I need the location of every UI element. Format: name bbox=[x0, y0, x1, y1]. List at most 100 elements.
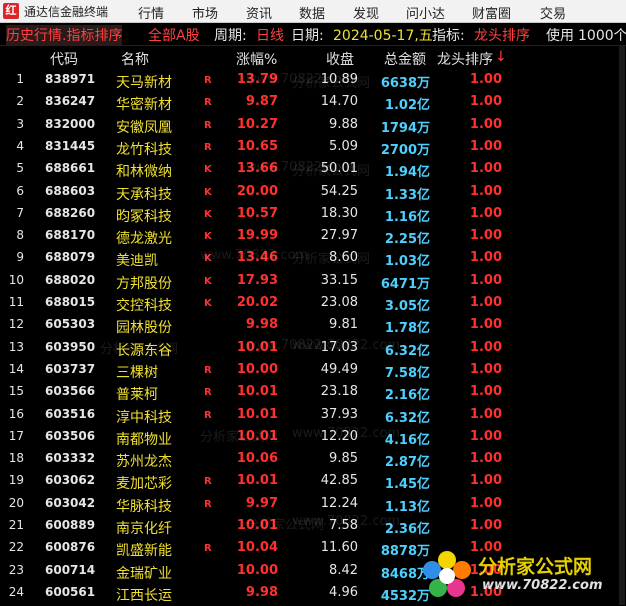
stock-code: 600714 bbox=[45, 562, 96, 577]
table-row[interactable]: 9 688079 美迪凯 K 13.46 8.60 1.03亿 1.00 bbox=[0, 247, 626, 270]
stock-code: 603042 bbox=[45, 495, 96, 510]
row-index: 10 bbox=[8, 272, 24, 287]
col-code[interactable]: 代码 bbox=[50, 49, 78, 69]
table-row[interactable]: 8 688170 德龙激光 K 19.99 27.97 2.25亿 1.00 bbox=[0, 225, 626, 248]
total-amount: 1.33亿 bbox=[384, 187, 430, 203]
table-row[interactable]: 12 605303 园林股份 9.98 9.81 1.78亿 1.00 bbox=[0, 314, 626, 337]
table-row[interactable]: 16 603516 淳中科技 R 10.01 37.93 6.32亿 1.00 bbox=[0, 404, 626, 427]
col-rank[interactable]: 龙头排序 bbox=[437, 49, 493, 69]
info-scope[interactable]: 全部A股 bbox=[148, 25, 200, 45]
total-amount: 1.78亿 bbox=[384, 321, 430, 337]
close-price: 23.08 bbox=[320, 295, 358, 310]
table-row[interactable]: 2 836247 华密新材 R 9.87 14.70 1.02亿 1.00 bbox=[0, 91, 626, 114]
close-price: 9.85 bbox=[329, 451, 358, 467]
table-row[interactable]: 21 600889 南京化纤 10.01 7.58 2.36亿 1.00 bbox=[0, 515, 626, 538]
table-row[interactable]: 13 603950 长源东谷 10.01 17.03 6.32亿 1.00 bbox=[0, 337, 626, 360]
stock-name: 和林微纳 bbox=[116, 164, 172, 181]
total-amount: 1.16亿 bbox=[384, 209, 430, 225]
stock-code: 600561 bbox=[45, 584, 96, 599]
stock-flag: R bbox=[204, 97, 212, 109]
leader-rank: 1.00 bbox=[469, 518, 502, 533]
total-amount: 6471万 bbox=[380, 276, 430, 292]
stock-code: 688020 bbox=[45, 272, 96, 287]
row-index: 21 bbox=[8, 518, 24, 532]
close-price: 9.81 bbox=[329, 317, 358, 333]
col-name[interactable]: 名称 bbox=[121, 49, 149, 69]
logo-url: www.70822.com bbox=[482, 578, 603, 593]
close-price: 10.89 bbox=[320, 72, 358, 87]
info-usage-label: 使用 bbox=[546, 28, 574, 44]
table-row[interactable]: 18 603332 苏州龙杰 10.06 9.85 2.87亿 1.00 bbox=[0, 448, 626, 471]
site-logo: 分析家公式网 www.70822.com bbox=[420, 548, 620, 602]
stock-flag: K bbox=[204, 208, 212, 220]
leader-rank: 1.00 bbox=[469, 138, 502, 154]
leader-rank: 1.00 bbox=[469, 451, 502, 467]
stock-name: 昀冢科技 bbox=[116, 208, 172, 225]
change-pct: 10.04 bbox=[236, 540, 278, 556]
info-indicator-value[interactable]: 龙头排序 bbox=[474, 25, 530, 45]
menu-market[interactable]: 市场 bbox=[192, 3, 218, 22]
vertical-scrollbar[interactable] bbox=[619, 46, 625, 605]
table-row[interactable]: 4 831445 龙竹科技 R 10.65 5.09 2700万 1.00 bbox=[0, 136, 626, 159]
close-price: 50.01 bbox=[320, 161, 358, 177]
close-price: 18.30 bbox=[320, 205, 358, 221]
leader-rank: 1.00 bbox=[469, 428, 502, 444]
app-logo-icon: 红 bbox=[3, 3, 19, 19]
total-amount: 1794万 bbox=[380, 120, 430, 136]
change-pct: 9.98 bbox=[245, 584, 278, 600]
table-row[interactable]: 19 603062 麦加芯彩 R 10.01 42.85 1.45亿 1.00 bbox=[0, 470, 626, 493]
info-period-label: 周期: bbox=[214, 28, 247, 44]
row-index: 11 bbox=[8, 295, 24, 309]
row-index: 12 bbox=[8, 317, 24, 332]
stock-flag: R bbox=[204, 119, 212, 131]
stock-name: 华密新材 bbox=[116, 97, 172, 114]
menu-trade[interactable]: 交易 bbox=[540, 3, 566, 22]
table-row[interactable]: 5 688661 和林微纳 K 13.66 50.01 1.94亿 1.00 bbox=[0, 158, 626, 181]
table-row[interactable]: 11 688015 交控科技 K 20.02 23.08 3.05亿 1.00 bbox=[0, 292, 626, 315]
table-row[interactable]: 7 688260 昀冢科技 K 10.57 18.30 1.16亿 1.00 bbox=[0, 203, 626, 226]
stock-code: 688661 bbox=[45, 161, 96, 176]
stock-flag: R bbox=[204, 364, 212, 376]
table-row[interactable]: 14 603737 三棵树 R 10.00 49.49 7.58亿 1.00 bbox=[0, 359, 626, 382]
stock-code: 836247 bbox=[45, 94, 96, 109]
total-amount: 3.05亿 bbox=[384, 299, 430, 314]
stock-name: 天承科技 bbox=[116, 186, 172, 203]
row-index: 24 bbox=[8, 584, 24, 599]
menu-data[interactable]: 数据 bbox=[299, 3, 325, 22]
menu-discover[interactable]: 发现 bbox=[353, 3, 379, 22]
stock-name: 金瑞矿业 bbox=[116, 565, 172, 582]
col-pct[interactable]: 涨幅% bbox=[236, 49, 277, 69]
menu-news[interactable]: 资讯 bbox=[246, 3, 272, 22]
menu-wealth-circle[interactable]: 财富圈 bbox=[472, 3, 511, 22]
table-row[interactable]: 1 838971 天马新材 R 13.79 10.89 6638万 1.00 bbox=[0, 69, 626, 92]
total-amount: 6638万 bbox=[380, 76, 430, 91]
close-price: 7.58 bbox=[329, 518, 358, 533]
leader-rank: 1.00 bbox=[469, 272, 502, 288]
table-row[interactable]: 17 603506 南都物业 10.01 12.20 4.16亿 1.00 bbox=[0, 426, 626, 449]
close-price: 11.60 bbox=[320, 540, 358, 556]
table-row[interactable]: 20 603042 华脉科技 R 9.97 12.24 1.13亿 1.00 bbox=[0, 493, 626, 516]
row-index: 17 bbox=[8, 428, 24, 443]
table-row[interactable]: 10 688020 方邦股份 K 17.93 33.15 6471万 1.00 bbox=[0, 270, 626, 293]
total-amount: 1.02亿 bbox=[384, 98, 430, 114]
menu-quotes[interactable]: 行情 bbox=[138, 3, 164, 22]
stock-code: 688015 bbox=[45, 295, 96, 309]
total-amount: 4.16亿 bbox=[384, 432, 430, 448]
info-period-value[interactable]: 日线 bbox=[256, 25, 284, 45]
col-amount[interactable]: 总金额 bbox=[384, 49, 426, 69]
change-pct: 10.00 bbox=[236, 361, 278, 377]
close-price: 12.24 bbox=[320, 495, 358, 511]
stock-code: 688603 bbox=[45, 183, 96, 198]
stock-flag: K bbox=[204, 231, 212, 243]
change-pct: 20.02 bbox=[236, 295, 278, 310]
close-price: 23.18 bbox=[320, 384, 358, 400]
menu-assistant[interactable]: 问小达 bbox=[406, 3, 445, 22]
col-close[interactable]: 收盘 bbox=[326, 49, 354, 69]
flower-logo-icon bbox=[423, 551, 471, 597]
sort-desc-icon: ↓ bbox=[495, 49, 507, 65]
info-date-value[interactable]: 2024-05-17,五 bbox=[333, 25, 433, 45]
table-row[interactable]: 3 832000 安徽凤凰 R 10.27 9.88 1794万 1.00 bbox=[0, 114, 626, 137]
stock-code: 600889 bbox=[45, 518, 96, 532]
table-row[interactable]: 6 688603 天承科技 K 20.00 54.25 1.33亿 1.00 bbox=[0, 181, 626, 204]
table-row[interactable]: 15 603566 普莱柯 R 10.01 23.18 2.16亿 1.00 bbox=[0, 381, 626, 404]
